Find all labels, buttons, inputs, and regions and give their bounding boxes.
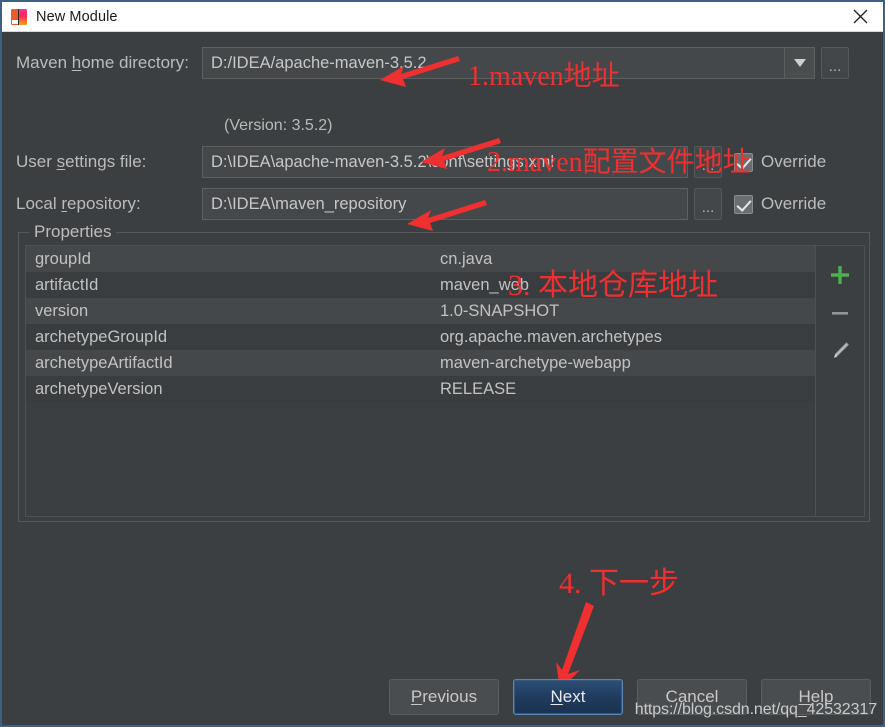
user-settings-label: User settings file:: [16, 152, 147, 171]
close-icon[interactable]: [838, 2, 883, 30]
property-value: RELEASE: [440, 379, 517, 398]
property-value: cn.java: [440, 249, 493, 268]
properties-toolbar: [815, 246, 864, 516]
local-repository-label: Local repository:: [16, 194, 141, 213]
property-key: groupId: [35, 249, 91, 268]
local-repository-browse-button[interactable]: ...: [694, 188, 722, 220]
table-row[interactable]: artifactId maven_web: [26, 272, 815, 298]
minus-icon[interactable]: [821, 294, 859, 332]
property-value: 1.0-SNAPSHOT: [440, 301, 560, 320]
property-value: maven-archetype-webapp: [440, 353, 631, 372]
property-key: archetypeVersion: [35, 379, 163, 398]
local-repository-override-label: Override: [761, 194, 827, 213]
dialog-content: Maven home directory: D:/IDEA/apache-mav…: [2, 32, 883, 725]
properties-group: Properties groupId cn.java artifactId maven…: [18, 222, 870, 522]
title-bar: New Module: [2, 2, 883, 32]
property-key: archetypeGroupId: [35, 327, 168, 346]
next-button[interactable]: Next: [513, 679, 623, 715]
annotation-4-next-step: 4. 下一步: [559, 567, 679, 600]
window-title: New Module: [36, 8, 118, 25]
properties-legend: Properties: [29, 222, 117, 242]
property-key: archetypeArtifactId: [35, 353, 173, 372]
user-settings-override-checkbox[interactable]: Override: [734, 152, 826, 172]
local-repository-input[interactable]: D:\IDEA\maven_repository: [202, 188, 688, 220]
table-row[interactable]: archetypeArtifactId maven-archetype-webap…: [26, 350, 815, 376]
intellij-idea-icon: [11, 8, 27, 25]
user-settings-input[interactable]: D:\IDEA\apache-maven-3.5.2\conf\settings…: [202, 146, 688, 178]
checkbox-checked-icon: [734, 194, 753, 214]
property-value: org.apache.maven.archetypes: [440, 327, 662, 346]
checkbox-checked-icon: [734, 152, 753, 172]
table-row[interactable]: groupId cn.java: [26, 246, 815, 272]
properties-panel: groupId cn.java artifactId maven_webversion…: [25, 245, 865, 517]
maven-home-label: Maven home directory:: [16, 53, 189, 72]
watermark-text: https://blog.csdn.net/qq_42532317: [634, 701, 877, 718]
table-row[interactable]: archetypeVersion RELEASE: [26, 376, 815, 402]
local-repository-row: Local repository: D:\IDEA\maven_reposito…: [2, 185, 885, 223]
properties-table[interactable]: groupId cn.java artifactId maven_webversion…: [26, 246, 815, 516]
pencil-icon[interactable]: [821, 332, 859, 370]
maven-home-input[interactable]: D:/IDEA/apache-maven-3.5.2: [202, 47, 785, 79]
plus-icon[interactable]: [821, 256, 859, 294]
previous-button[interactable]: Previous: [389, 679, 499, 715]
new-module-dialog: New Module Maven home directory: D:/IDEA…: [0, 0, 885, 727]
property-key: artifactId: [35, 275, 99, 294]
maven-home-browse-button[interactable]: ...: [821, 47, 849, 79]
maven-home-row: Maven home directory: D:/IDEA/apache-mav…: [2, 44, 885, 82]
property-value: maven_web: [440, 275, 529, 294]
maven-version-note: (Version: 3.5.2): [224, 117, 333, 134]
table-row[interactable]: version 1.0-SNAPSHOT: [26, 298, 815, 324]
property-key: version: [35, 301, 89, 320]
user-settings-row: User settings file: D:\IDEA\apache-maven…: [2, 143, 885, 181]
maven-home-dropdown-chevron-down-icon[interactable]: [785, 47, 815, 79]
user-settings-override-label: Override: [761, 152, 827, 171]
table-row[interactable]: archetypeGroupId org.apache.maven.archety…: [26, 324, 815, 350]
user-settings-browse-button[interactable]: ...: [694, 146, 722, 178]
local-repository-override-checkbox[interactable]: Override: [734, 194, 826, 214]
